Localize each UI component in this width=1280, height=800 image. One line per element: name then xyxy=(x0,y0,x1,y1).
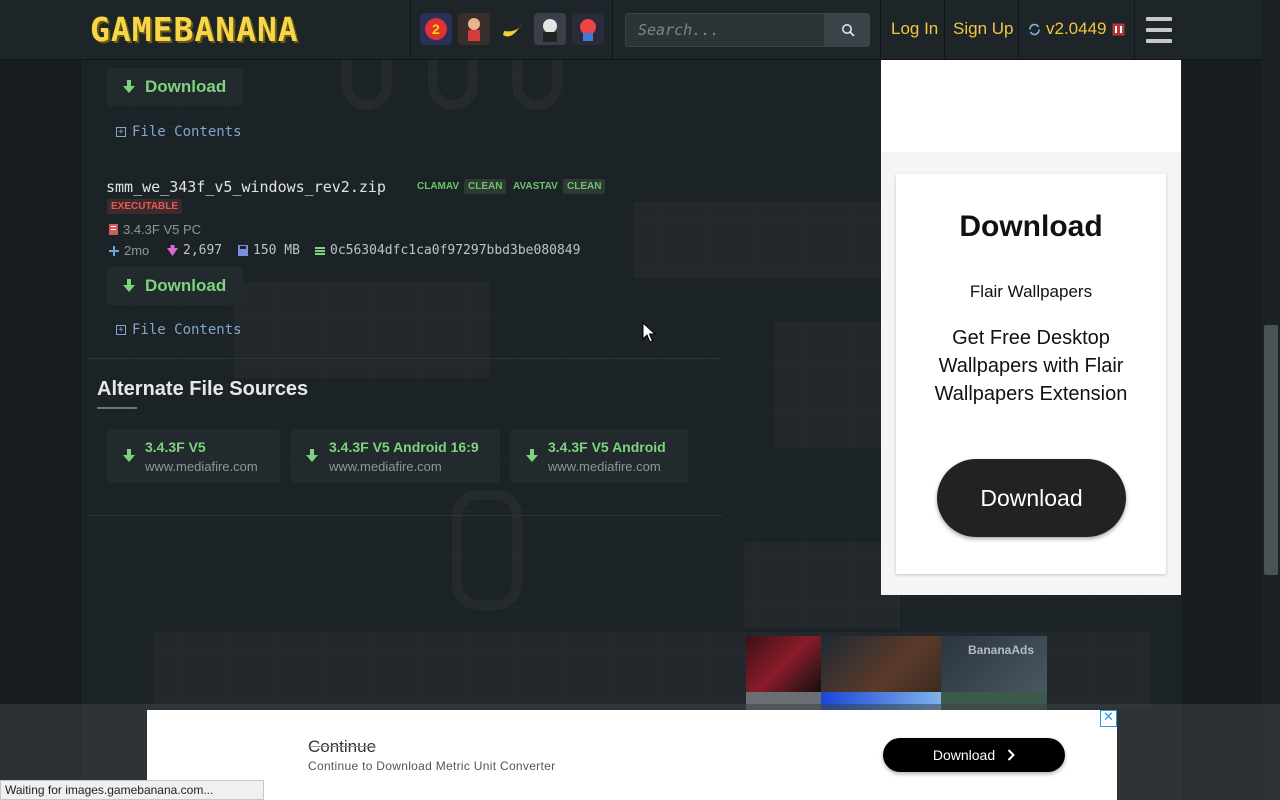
file-md5-text: 0c56304dfc1ca0f97297bbd3be080849 xyxy=(330,243,581,258)
title-underline xyxy=(97,407,137,409)
game-icon-fnf[interactable] xyxy=(572,13,604,45)
nav-separator xyxy=(410,0,411,60)
svg-text:2: 2 xyxy=(432,21,440,37)
changelog-icon xyxy=(1112,23,1124,35)
bottom-ad-subtitle: Continue to Download Metric Unit Convert… xyxy=(308,759,556,773)
bottom-ad-download-button[interactable]: Download xyxy=(883,738,1065,772)
search-button[interactable] xyxy=(825,13,870,47)
game-icon-banana[interactable] xyxy=(496,13,528,45)
ad-top-area xyxy=(881,60,1181,152)
alternate-source-title: 3.4.3F V5 xyxy=(145,439,206,455)
game-icon-street-fighter[interactable] xyxy=(458,13,490,45)
scan-avastav-label: AVASTAV xyxy=(513,181,558,192)
side-ad-brand: Flair Wallpapers xyxy=(969,282,1093,301)
file-contents-label: File Contents xyxy=(132,322,242,338)
game-icon-mario-kart[interactable]: 2 xyxy=(420,13,452,45)
download-label: Download xyxy=(145,77,227,96)
bg-block xyxy=(742,540,902,630)
file-downloads-text: 2,697 xyxy=(183,243,223,258)
side-ad-card[interactable]: Download Flair Wallpapers Get Free Deskt… xyxy=(896,174,1166,574)
scan-clamav-label: CLAMAV xyxy=(417,181,460,192)
alternate-source-2[interactable]: 3.4.3F V5 Android 16:9 www.mediafire.com xyxy=(290,429,500,483)
page: GAMEBANANA 2 Search... Log In Sign Up v2… xyxy=(0,0,1280,800)
nav-separator xyxy=(880,0,881,60)
version-link[interactable]: v2.0449 xyxy=(1028,19,1125,39)
side-ad-panel: Download Flair Wallpapers Get Free Deskt… xyxy=(881,60,1181,595)
login-link[interactable]: Log In xyxy=(891,19,938,39)
download-arrow-icon xyxy=(123,80,135,93)
alternate-source-title: 3.4.3F V5 Android 16:9 xyxy=(329,439,479,455)
chevron-right-icon xyxy=(1007,749,1016,761)
file-name: smm_we_343f_v5_windows_rev2.zip xyxy=(106,178,386,196)
bg-pipe xyxy=(452,490,522,610)
side-ad-title: Download xyxy=(959,210,1103,243)
alternate-source-3[interactable]: 3.4.3F V5 Android www.mediafire.com xyxy=(510,429,688,483)
scan-avastav-status: CLEAN xyxy=(563,179,606,194)
signup-link[interactable]: Sign Up xyxy=(953,19,1013,39)
file-age: 2mo xyxy=(109,243,149,258)
file-contents-label: File Contents xyxy=(132,124,242,140)
search-input[interactable]: Search... xyxy=(625,13,825,47)
bottom-ad-title[interactable]: Continue xyxy=(308,737,376,757)
side-ad-text: Get Free Desktop Wallpapers with Flair W… xyxy=(934,327,1128,405)
game-icons: 2 xyxy=(420,13,604,45)
download-label: Download xyxy=(145,276,227,295)
file-icon xyxy=(109,224,118,235)
disk-icon xyxy=(238,245,248,256)
nav-separator xyxy=(944,0,945,60)
download-button-2[interactable]: Download xyxy=(107,267,243,305)
file-size: 150 MB xyxy=(238,243,300,258)
mouse-cursor-icon xyxy=(642,322,656,343)
ad-thumbnail[interactable] xyxy=(746,636,821,692)
file-description-text: 3.4.3F V5 PC xyxy=(123,222,202,237)
download-count-icon xyxy=(167,245,178,256)
banana-ads-label: BananaAds xyxy=(968,643,1035,657)
download-arrow-icon xyxy=(526,449,538,462)
alternate-source-host: www.mediafire.com xyxy=(145,459,258,474)
bg-block xyxy=(232,280,492,380)
nav-separator xyxy=(612,0,613,60)
file-contents-link-1[interactable]: + File Contents xyxy=(116,124,242,140)
alternate-sources-title: Alternate File Sources xyxy=(97,378,309,400)
download-arrow-icon xyxy=(306,449,318,462)
scan-clamav-status: CLEAN xyxy=(464,179,507,194)
download-button-1[interactable]: Download xyxy=(107,68,243,106)
expand-icon: + xyxy=(116,127,126,137)
hash-icon xyxy=(315,246,325,255)
version-label: v2.0449 xyxy=(1046,19,1107,38)
file-contents-link-2[interactable]: + File Contents xyxy=(116,322,242,338)
ad-close-icon[interactable]: ✕ xyxy=(1100,710,1117,727)
search-icon xyxy=(841,24,855,37)
alternate-source-host: www.mediafire.com xyxy=(548,459,661,474)
bottom-ad-download-label: Download xyxy=(932,747,996,763)
file-size-text: 150 MB xyxy=(253,243,300,258)
site-logo[interactable]: GAMEBANANA xyxy=(90,12,402,48)
side-ad-download-button[interactable]: Download xyxy=(937,459,1126,537)
game-icon-character[interactable] xyxy=(534,13,566,45)
download-arrow-icon xyxy=(123,279,135,292)
executable-badge: EXECUTABLE xyxy=(107,199,183,214)
nav-separator xyxy=(1018,0,1019,60)
section-divider xyxy=(87,358,722,359)
top-navbar: GAMEBANANA 2 Search... Log In Sign Up v2… xyxy=(0,0,1280,60)
alternate-source-1[interactable]: 3.4.3F V5 www.mediafire.com xyxy=(107,429,280,483)
plus-icon xyxy=(109,245,119,256)
file-description: 3.4.3F V5 PC xyxy=(109,222,201,237)
scrollbar-thumb[interactable] xyxy=(1264,325,1278,575)
nav-separator xyxy=(1134,0,1135,60)
file-downloads: 2,697 xyxy=(167,243,222,258)
expand-icon: + xyxy=(116,325,126,335)
ad-thumbnail[interactable] xyxy=(821,636,941,692)
file-age-text: 2mo xyxy=(124,243,150,258)
download-arrow-icon xyxy=(123,449,135,462)
alternate-source-title: 3.4.3F V5 Android xyxy=(548,439,666,455)
section-divider xyxy=(87,515,722,516)
browser-status-bar: Waiting for images.gamebanana.com... xyxy=(0,780,264,800)
menu-hamburger-icon[interactable] xyxy=(1146,17,1172,43)
file-md5: 0c56304dfc1ca0f97297bbd3be080849 xyxy=(315,243,580,258)
alternate-source-host: www.mediafire.com xyxy=(329,459,442,474)
refresh-icon xyxy=(1029,23,1040,35)
